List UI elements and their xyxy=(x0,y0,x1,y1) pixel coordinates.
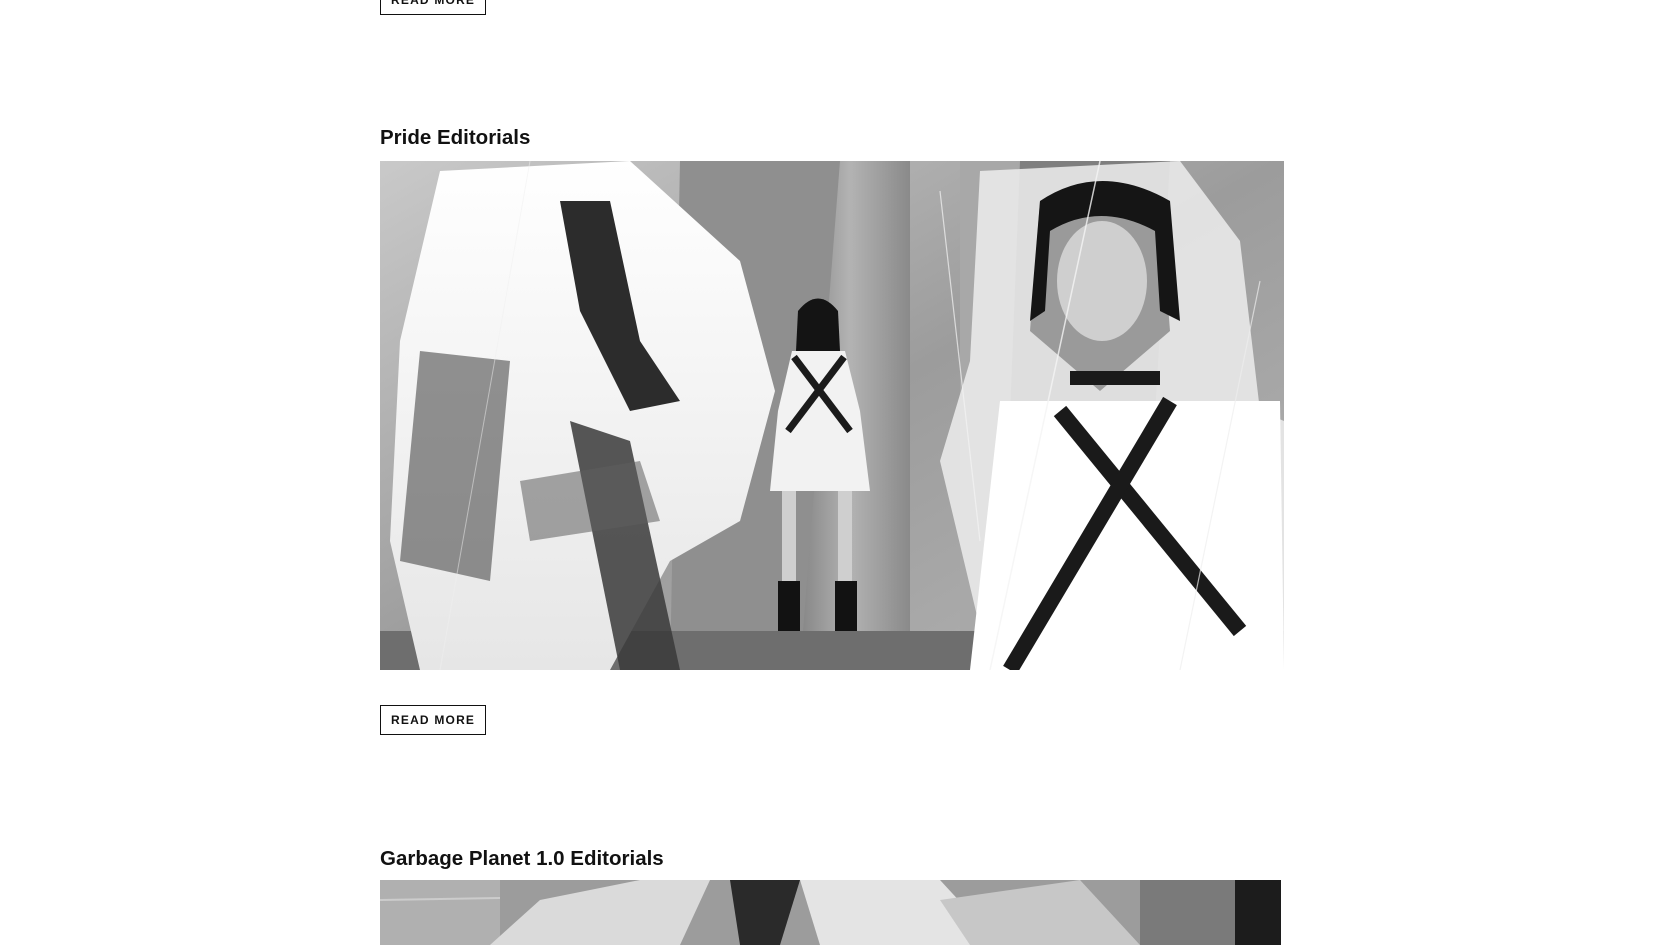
read-more-button[interactable]: READ MORE xyxy=(380,0,487,15)
blog-listing-page: READ MORE Pride Editorials READ MORE Gar… xyxy=(0,0,1658,945)
post-featured-image[interactable] xyxy=(380,880,1281,945)
post-featured-image[interactable] xyxy=(380,161,1284,670)
read-more-button[interactable]: READ MORE xyxy=(380,705,487,735)
post-title[interactable]: Pride Editorials xyxy=(380,126,530,150)
post-title[interactable]: Garbage Planet 1.0 Editorials xyxy=(380,847,664,871)
